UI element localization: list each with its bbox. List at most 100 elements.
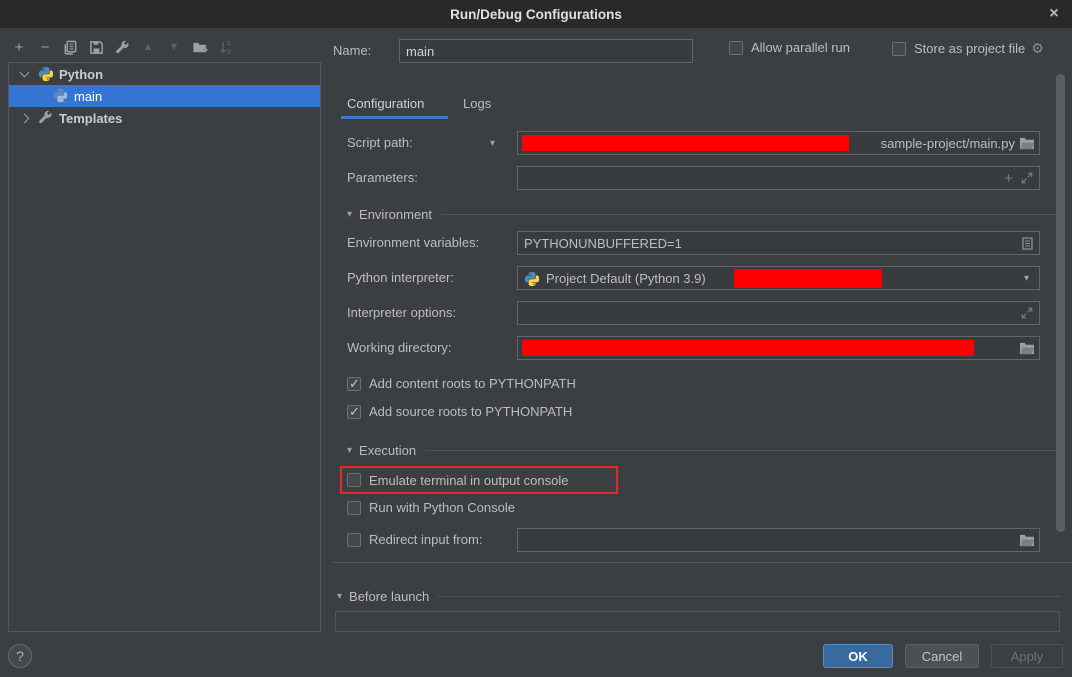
execution-section-label: Execution (359, 443, 416, 458)
section-rule (441, 214, 1060, 215)
plus-icon: + (15, 39, 24, 56)
parameters-label: Parameters: (347, 166, 418, 190)
active-tab-indicator (341, 116, 448, 119)
redirect-input-row: Redirect input from: (347, 532, 482, 547)
python-logo-icon (524, 271, 540, 287)
copy-icon (63, 40, 78, 55)
store-as-project-file-row: Store as project file ⚙ (892, 40, 1044, 57)
copy-configuration-button[interactable] (61, 38, 79, 56)
execution-section-header[interactable]: ▾ Execution (347, 443, 1060, 458)
move-up-button[interactable]: ▲ (139, 38, 157, 56)
allow-parallel-run-row: Allow parallel run (729, 40, 850, 55)
python-logo-icon (38, 66, 54, 82)
tree-item-templates[interactable]: Templates (9, 107, 320, 129)
script-path-field[interactable]: sample-project/main.py (517, 131, 1040, 155)
add-content-roots-checkbox[interactable] (347, 377, 361, 391)
python-logo-icon (53, 88, 69, 104)
redaction-block (522, 340, 974, 356)
folder-plus-icon (192, 40, 208, 55)
expand-field-icon[interactable] (1021, 172, 1033, 184)
run-with-python-console-checkbox[interactable] (347, 501, 361, 515)
tab-logs[interactable]: Logs (463, 96, 491, 111)
browse-folder-icon[interactable] (1019, 342, 1035, 355)
name-input[interactable] (400, 44, 692, 59)
sort-az-icon (219, 40, 233, 55)
section-collapse-icon: ▾ (347, 445, 352, 456)
minus-icon: − (41, 39, 50, 56)
remove-configuration-button[interactable]: − (36, 38, 54, 56)
python-interpreter-label: Python interpreter: (347, 266, 454, 290)
edit-templates-button[interactable] (113, 38, 131, 56)
emulate-terminal-checkbox[interactable] (347, 473, 361, 487)
annotation-highlight: Emulate terminal in output console (340, 466, 618, 494)
section-rule (425, 450, 1060, 451)
redaction-block (522, 135, 849, 151)
expand-field-icon[interactable] (1021, 307, 1033, 319)
python-interpreter-combobox[interactable]: Project Default (Python 3.9) ▾ (517, 266, 1040, 290)
redirect-input-field[interactable] (517, 528, 1040, 552)
save-icon (89, 40, 104, 55)
chevron-down-icon[interactable] (20, 68, 30, 78)
gear-icon[interactable]: ⚙ (1031, 40, 1044, 57)
dropdown-arrow-icon[interactable]: ▾ (1024, 273, 1029, 284)
save-configuration-button[interactable] (87, 38, 105, 56)
ok-button[interactable]: OK (823, 644, 893, 668)
tree-item-python[interactable]: Python (9, 63, 320, 85)
tree-item-main[interactable]: main (9, 85, 320, 107)
tree-item-label: main (74, 89, 102, 104)
run-with-python-console-row: Run with Python Console (347, 500, 515, 515)
up-arrow-icon: ▲ (143, 41, 154, 53)
add-content-roots-row: Add content roots to PYTHONPATH (347, 376, 576, 391)
script-path-type-dropdown-icon[interactable]: ▾ (490, 138, 495, 149)
section-collapse-icon: ▾ (347, 209, 352, 220)
script-path-value: sample-project/main.py (881, 136, 1015, 151)
python-interpreter-value: Project Default (Python 3.9) (546, 271, 706, 286)
vertical-scrollbar[interactable] (1056, 74, 1065, 532)
add-macro-icon[interactable]: + (1004, 170, 1013, 187)
browse-folder-icon[interactable] (1019, 534, 1035, 547)
add-content-roots-label: Add content roots to PYTHONPATH (369, 376, 576, 391)
browse-folder-icon[interactable] (1019, 137, 1035, 150)
allow-parallel-run-checkbox[interactable] (729, 41, 743, 55)
add-source-roots-label: Add source roots to PYTHONPATH (369, 404, 572, 419)
edit-variables-icon[interactable] (1022, 237, 1033, 250)
add-source-roots-row: Add source roots to PYTHONPATH (347, 404, 572, 419)
store-as-project-file-label: Store as project file (914, 41, 1025, 56)
dialog-title: Run/Debug Configurations (450, 7, 622, 22)
redirect-input-checkbox[interactable] (347, 533, 361, 547)
store-as-project-file-checkbox[interactable] (892, 42, 906, 56)
tree-item-label: Python (59, 67, 103, 82)
chevron-right-icon[interactable] (20, 113, 30, 123)
environment-variables-field[interactable]: PYTHONUNBUFFERED=1 (517, 231, 1040, 255)
wrench-icon (115, 40, 130, 55)
interpreter-options-field[interactable] (517, 301, 1040, 325)
emulate-terminal-label: Emulate terminal in output console (369, 473, 568, 488)
tab-configuration[interactable]: Configuration (347, 96, 424, 111)
script-path-label: Script path: (347, 131, 413, 155)
working-directory-field[interactable] (517, 336, 1040, 360)
titlebar: Run/Debug Configurations × (0, 0, 1072, 28)
help-button[interactable]: ? (8, 644, 32, 668)
before-launch-section-header[interactable]: ▾ Before launch (337, 589, 1060, 604)
run-with-python-console-label: Run with Python Console (369, 500, 515, 515)
close-icon[interactable]: × (1044, 4, 1064, 24)
create-folder-button[interactable] (191, 38, 209, 56)
sort-configurations-button[interactable] (217, 38, 235, 56)
interpreter-options-label: Interpreter options: (347, 301, 456, 325)
run-debug-configurations-dialog: Run/Debug Configurations × + − ▲ ▼ Pytho… (0, 0, 1072, 677)
add-configuration-button[interactable]: + (10, 38, 28, 56)
working-directory-label: Working directory: (347, 336, 452, 360)
move-down-button[interactable]: ▼ (165, 38, 183, 56)
before-launch-task-list[interactable] (335, 611, 1060, 632)
environment-section-header[interactable]: ▾ Environment (347, 207, 1060, 222)
panel-divider (333, 562, 1072, 563)
parameters-field[interactable]: + (517, 166, 1040, 190)
environment-variables-label: Environment variables: (347, 231, 479, 255)
add-source-roots-checkbox[interactable] (347, 405, 361, 419)
cancel-button[interactable]: Cancel (905, 644, 979, 668)
before-launch-section-label: Before launch (349, 589, 429, 604)
tree-item-label: Templates (59, 111, 122, 126)
apply-button[interactable]: Apply (991, 644, 1063, 668)
name-field-wrap (399, 39, 693, 63)
name-label: Name: (333, 39, 371, 63)
